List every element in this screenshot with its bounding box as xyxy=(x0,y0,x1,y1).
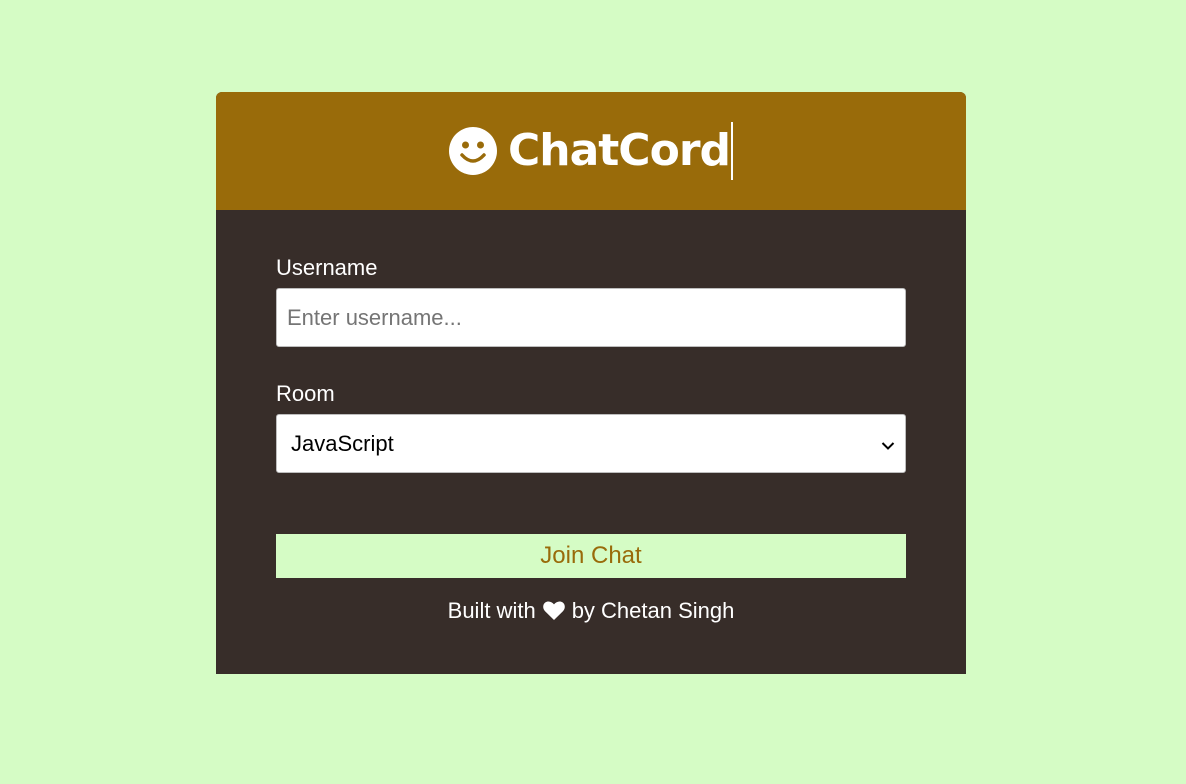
heart-icon xyxy=(542,601,565,621)
join-card: ChatCord Username Enter username... Room… xyxy=(216,92,966,674)
room-select[interactable]: JavaScript xyxy=(276,414,906,473)
app-title: ChatCord xyxy=(507,125,731,176)
username-placeholder: Enter username... xyxy=(287,304,462,330)
footer-suffix: by Chetan Singh xyxy=(571,598,735,623)
username-input[interactable]: Enter username... xyxy=(276,288,906,347)
card-header: ChatCord xyxy=(216,92,966,210)
footer-prefix: Built with xyxy=(447,598,536,623)
join-form: Username Enter username... Room JavaScri… xyxy=(216,210,966,624)
join-chat-button[interactable]: Join Chat xyxy=(276,534,906,578)
username-label: Username xyxy=(276,255,378,280)
footer-credit: Built with by Chetan Singh xyxy=(276,598,906,624)
room-selected-value: JavaScript xyxy=(291,430,394,456)
chevron-down-icon xyxy=(881,431,895,457)
smile-icon xyxy=(448,127,497,175)
room-label: Room xyxy=(276,381,335,406)
text-cursor xyxy=(731,122,734,180)
